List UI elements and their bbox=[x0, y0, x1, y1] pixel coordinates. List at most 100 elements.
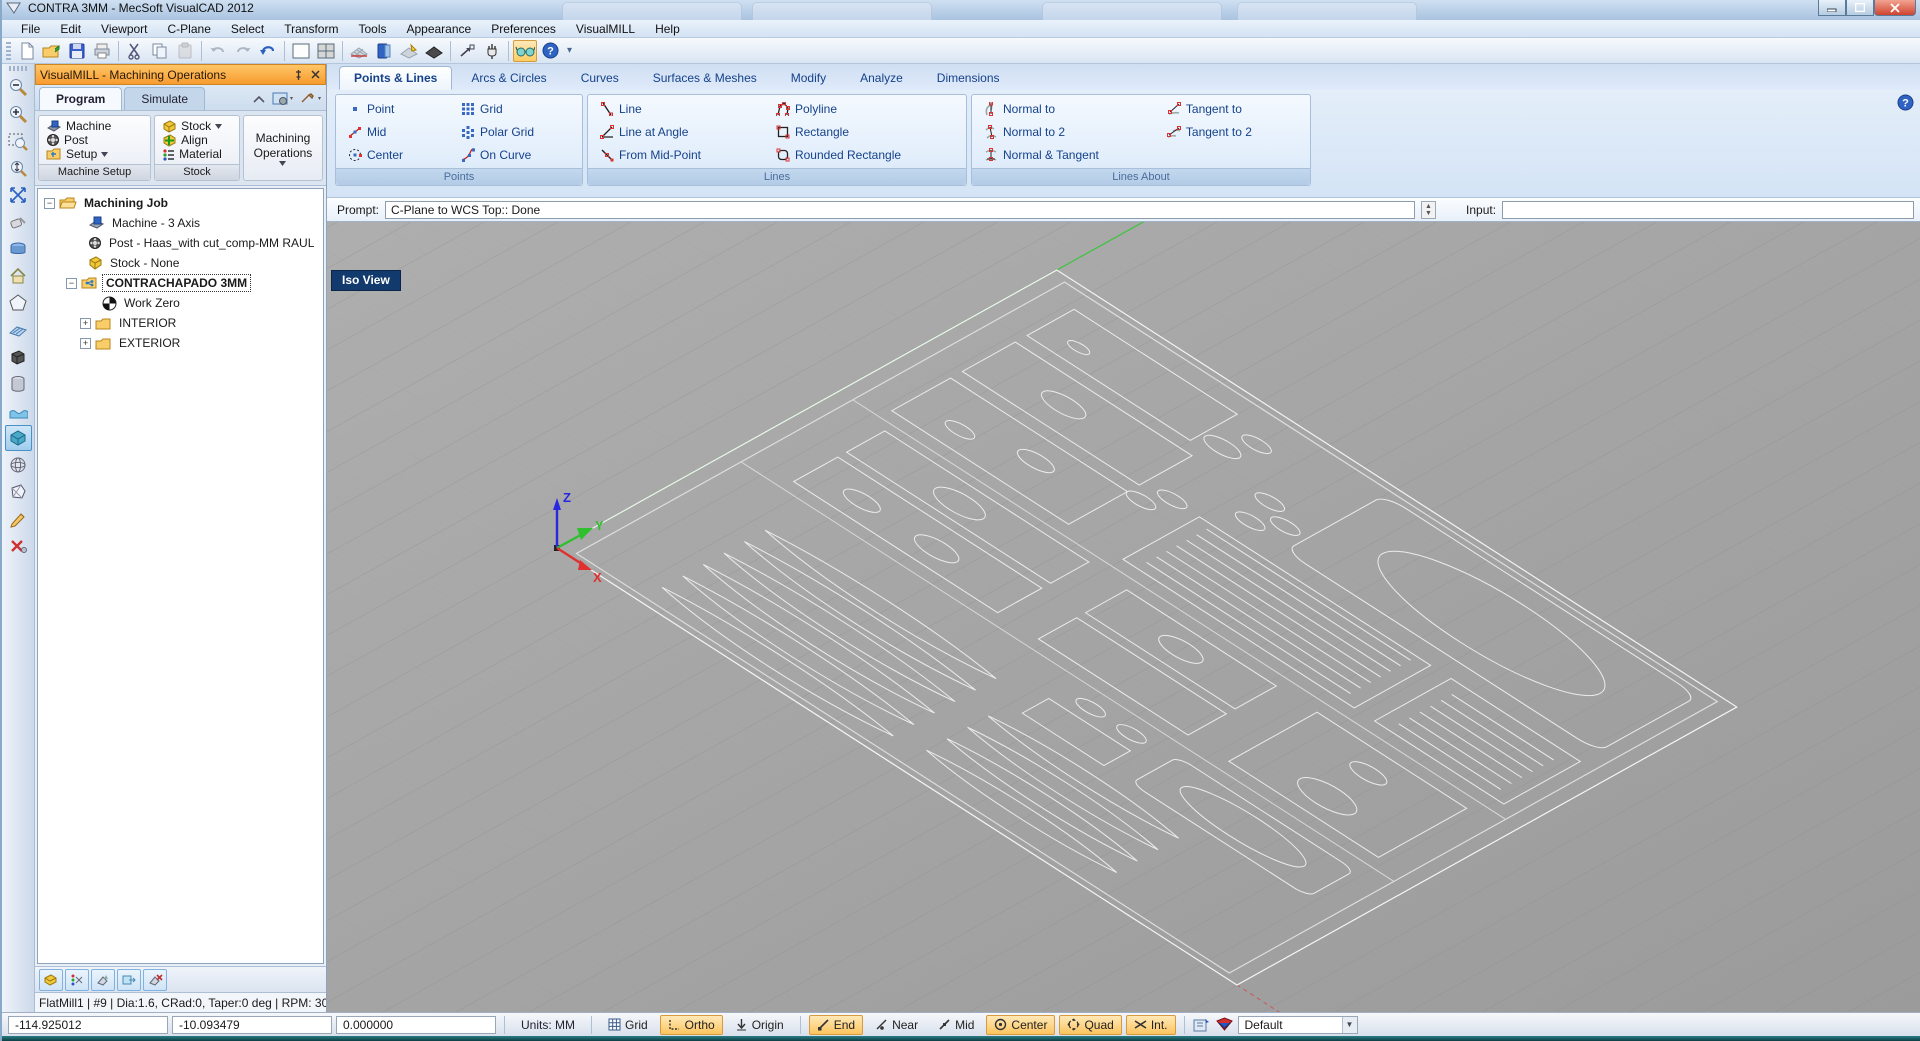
tab-simulate[interactable]: Simulate bbox=[124, 87, 205, 110]
menu-select[interactable]: Select bbox=[222, 21, 273, 37]
rounded-rectangle-button[interactable]: Rounded Rectangle bbox=[772, 143, 958, 166]
tree-row-post[interactable]: Post - Haas_with cut_comp-MM RAUL bbox=[88, 233, 323, 253]
new-icon[interactable] bbox=[15, 40, 39, 62]
ribbon-tab-analyze[interactable]: Analyze bbox=[845, 66, 918, 90]
tree-row-stock[interactable]: Stock - None bbox=[88, 253, 323, 273]
stock-sim-icon[interactable] bbox=[39, 969, 63, 991]
normal-to-button[interactable]: Normal to bbox=[980, 97, 1149, 120]
tree-row-exterior[interactable]: + EXTERIOR bbox=[80, 333, 323, 353]
polygon-icon[interactable] bbox=[5, 290, 32, 316]
copy-icon[interactable] bbox=[148, 40, 172, 62]
stop-sim-icon[interactable] bbox=[143, 969, 167, 991]
snap-center-toggle[interactable]: Center bbox=[986, 1015, 1055, 1035]
collapse-expander-icon[interactable]: − bbox=[66, 278, 77, 289]
sphere-icon[interactable] bbox=[5, 452, 32, 478]
layer-color-icon[interactable] bbox=[1215, 1017, 1234, 1033]
zoom-selected-icon[interactable] bbox=[5, 155, 32, 181]
help-icon[interactable]: ? bbox=[538, 40, 562, 62]
ribbon-tab-dimensions[interactable]: Dimensions bbox=[922, 66, 1015, 90]
rectangle-button[interactable]: Rectangle bbox=[772, 120, 958, 143]
material-library-icon[interactable] bbox=[372, 40, 396, 62]
snap-int-toggle[interactable]: Int. bbox=[1126, 1015, 1176, 1035]
disc-icon[interactable] bbox=[5, 236, 32, 262]
prompt-field[interactable]: C-Plane to WCS Top:: Done bbox=[385, 201, 1415, 219]
center-point-button[interactable]: Center bbox=[344, 143, 443, 166]
material-button[interactable]: Material bbox=[160, 147, 234, 161]
stock-button[interactable]: Stock bbox=[160, 119, 234, 133]
toolbar-grip[interactable] bbox=[9, 66, 27, 71]
tree-row-work-zero[interactable]: Work Zero bbox=[102, 293, 323, 313]
polyhedron-icon[interactable] bbox=[5, 479, 32, 505]
minimize-button[interactable] bbox=[1818, 0, 1846, 16]
zoom-window-icon[interactable] bbox=[5, 128, 32, 154]
simulate-icon[interactable] bbox=[513, 40, 537, 62]
normal-and-tangent-button[interactable]: Normal & Tangent bbox=[980, 143, 1149, 166]
snap-near-toggle[interactable]: Near bbox=[867, 1015, 926, 1035]
redo-icon[interactable] bbox=[231, 40, 255, 62]
tree-row-machining-job[interactable]: − Machining Job bbox=[44, 193, 323, 213]
tree-row-interior[interactable]: + INTERIOR bbox=[80, 313, 323, 333]
simulate-tool-icon[interactable] bbox=[91, 969, 115, 991]
resize-icon[interactable] bbox=[455, 40, 479, 62]
tree-row-machine[interactable]: Machine - 3 Axis bbox=[88, 213, 323, 233]
snap-ortho-toggle[interactable]: Ortho bbox=[660, 1015, 723, 1035]
collapse-expander-icon[interactable]: − bbox=[44, 198, 55, 209]
erase-icon[interactable] bbox=[5, 209, 32, 235]
points-on-curve-button[interactable]: On Curve bbox=[457, 143, 574, 166]
zoom-out-icon[interactable] bbox=[5, 74, 32, 100]
home-view-icon[interactable] bbox=[5, 263, 32, 289]
sketch-pencil-icon[interactable] bbox=[5, 506, 32, 532]
toolbar-overflow-icon[interactable]: ▾ bbox=[563, 45, 576, 56]
normal-to-2-button[interactable]: Normal to 2 bbox=[980, 120, 1149, 143]
menu-edit[interactable]: Edit bbox=[51, 21, 90, 37]
snap-origin-toggle[interactable]: Origin bbox=[727, 1015, 792, 1035]
line-at-angle-button[interactable]: Line at Angle bbox=[596, 120, 758, 143]
snap-grid-toggle[interactable]: Grid bbox=[600, 1015, 656, 1035]
ribbon-tab-modify[interactable]: Modify bbox=[776, 66, 841, 90]
collapse-chevron-icon[interactable] bbox=[252, 94, 266, 104]
toolbar-grip[interactable] bbox=[6, 42, 11, 60]
point-button[interactable]: Point bbox=[344, 97, 443, 120]
refresh-icon[interactable] bbox=[256, 40, 280, 62]
mid-point-button[interactable]: Mid bbox=[344, 120, 443, 143]
viewport-quad-icon[interactable] bbox=[314, 40, 338, 62]
post-button[interactable]: Post bbox=[44, 133, 145, 147]
menu-viewport[interactable]: Viewport bbox=[92, 21, 156, 37]
menu-file[interactable]: File bbox=[12, 21, 49, 37]
fluid-icon[interactable] bbox=[5, 398, 32, 424]
tangent-to-button[interactable]: Tangent to bbox=[1163, 97, 1302, 120]
machine-button[interactable]: Machine bbox=[44, 119, 145, 133]
compare-icon[interactable] bbox=[117, 969, 141, 991]
command-input[interactable] bbox=[1502, 201, 1914, 219]
menu-visualmill[interactable]: VisualMILL bbox=[567, 21, 644, 37]
expand-expander-icon[interactable]: + bbox=[80, 338, 91, 349]
grid-points-button[interactable]: Grid bbox=[457, 97, 574, 120]
cut-icon[interactable] bbox=[123, 40, 147, 62]
align-button[interactable]: Align bbox=[160, 133, 234, 147]
paste-icon[interactable] bbox=[173, 40, 197, 62]
tab-program[interactable]: Program bbox=[39, 87, 122, 110]
line-from-mid-point-button[interactable]: From Mid-Point bbox=[596, 143, 758, 166]
maximize-button[interactable] bbox=[1846, 0, 1874, 16]
toolpath-points-icon[interactable] bbox=[65, 969, 89, 991]
tangent-to-2-button[interactable]: Tangent to 2 bbox=[1163, 120, 1302, 143]
viewport-3d[interactable]: Z Y X Iso View bbox=[327, 222, 1920, 1012]
polyline-button[interactable]: Polyline bbox=[772, 97, 958, 120]
snap-end-toggle[interactable]: End bbox=[809, 1015, 863, 1035]
mesh-pick-icon[interactable] bbox=[397, 40, 421, 62]
ribbon-help-icon[interactable]: ? bbox=[1897, 94, 1914, 111]
layer-properties-icon[interactable] bbox=[1193, 1017, 1211, 1033]
prompt-history-spinner[interactable]: ▲▼ bbox=[1421, 201, 1436, 219]
ribbon-tab-points-lines[interactable]: Points & Lines bbox=[339, 66, 452, 90]
setup-button[interactable]: Setup bbox=[44, 147, 145, 161]
workplane-icon[interactable] bbox=[5, 317, 32, 343]
zoom-in-icon[interactable] bbox=[5, 101, 32, 127]
ribbon-tab-arcs-circles[interactable]: Arcs & Circles bbox=[456, 66, 561, 90]
panel-close-icon[interactable] bbox=[310, 69, 321, 80]
menu-preferences[interactable]: Preferences bbox=[482, 21, 565, 37]
panel-settings-icon[interactable] bbox=[272, 92, 294, 106]
menu-help[interactable]: Help bbox=[646, 21, 689, 37]
viewport-single-icon[interactable] bbox=[289, 40, 313, 62]
pin-icon[interactable] bbox=[293, 69, 304, 81]
stock-box-icon[interactable] bbox=[5, 425, 32, 451]
